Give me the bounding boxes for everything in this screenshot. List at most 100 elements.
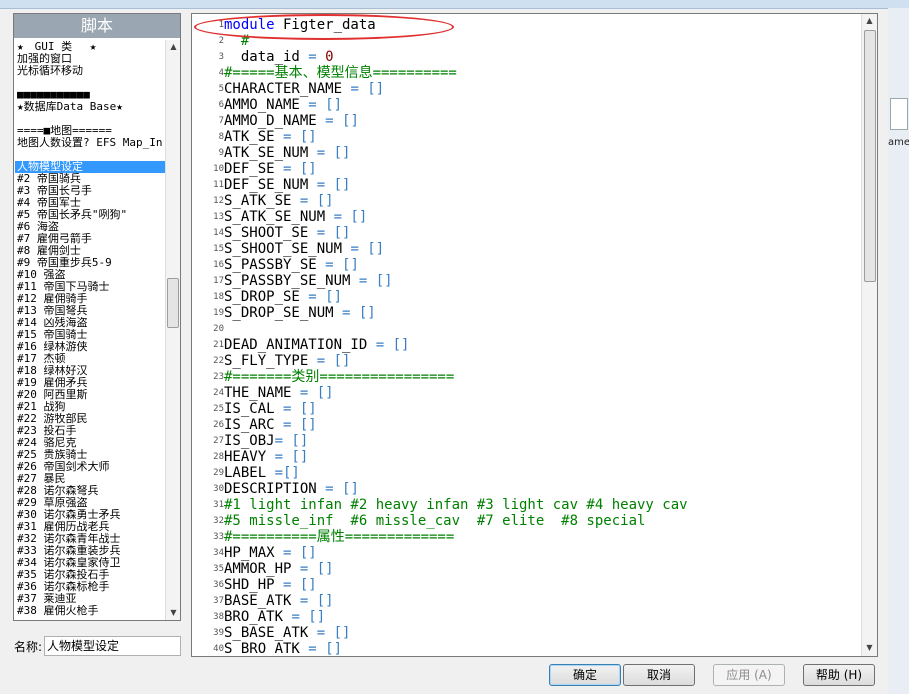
triangle-down-icon[interactable]: ▼ (862, 641, 877, 655)
code-line[interactable]: 18S_DROP_SE = [] (194, 289, 859, 305)
list-item[interactable]: #4 帝国军士 (15, 197, 165, 209)
code-line[interactable]: 5CHARACTER_NAME = [] (194, 81, 859, 97)
code-line[interactable]: 29LABEL =[] (194, 465, 859, 481)
list-item[interactable]: #32 诺尔森青年战士 (15, 533, 165, 545)
code-line[interactable]: 28HEAVY = [] (194, 449, 859, 465)
list-item[interactable]: #33 诺尔森重装步兵 (15, 545, 165, 557)
code-line[interactable]: 31#1 light infan #2 heavy infan #3 light… (194, 497, 859, 513)
cancel-button[interactable]: 取消 (623, 664, 695, 686)
list-item[interactable]: #3 帝国长弓手 (15, 185, 165, 197)
code-line[interactable]: 12S_ATK_SE = [] (194, 193, 859, 209)
code-line[interactable]: 16S_PASSBY_SE = [] (194, 257, 859, 273)
name-input[interactable]: 人物模型设定 (44, 636, 181, 656)
list-item[interactable]: #8 雇佣剑士 (15, 245, 165, 257)
code-line[interactable]: 34HP_MAX = [] (194, 545, 859, 561)
list-item[interactable]: #20 阿西里斯 (15, 389, 165, 401)
code-area[interactable]: 1module Figter_data 2 #3 data_id = 0 4#===… (194, 17, 859, 656)
code-line[interactable]: 39S_BASE_ATK = [] (194, 625, 859, 641)
code-line[interactable]: 40S_BRO_ATK = [] (194, 641, 859, 656)
code-line[interactable]: 23#=======类别================ (194, 369, 859, 385)
code-line[interactable]: 35AMMOR_HP = [] (194, 561, 859, 577)
code-line[interactable]: 17S_PASSBY_SE_NUM = [] (194, 273, 859, 289)
list-item[interactable]: #19 雇佣矛兵 (15, 377, 165, 389)
code-line[interactable]: 24THE_NAME = [] (194, 385, 859, 401)
list-item[interactable]: 地图人数设置? EFS Map_In (15, 137, 165, 149)
code-line[interactable]: 2 # (194, 33, 859, 49)
list-item[interactable]: #7 雇佣弓箭手 (15, 233, 165, 245)
code-line[interactable]: 15S_SHOOT_SE_NUM = [] (194, 241, 859, 257)
scrollbar-thumb[interactable] (167, 278, 179, 328)
list-item[interactable]: #11 帝国下马骑士 (15, 281, 165, 293)
list-item[interactable]: 人物模型设定 (15, 161, 165, 173)
list-item[interactable]: #27 暴民 (15, 473, 165, 485)
code-line[interactable]: 1module Figter_data (194, 17, 859, 33)
script-list[interactable]: ★ GUI 类 ★ 加强的窗口 光标循环移动 ■■■■■■■■■■■ ★数据库Data … (15, 41, 165, 619)
script-list-scrollbar[interactable]: ▲ ▼ (165, 40, 180, 620)
code-line[interactable]: 19S_DROP_SE_NUM = [] (194, 305, 859, 321)
code-line[interactable]: 26IS_ARC = [] (194, 417, 859, 433)
list-item[interactable]: #21 战狗 (15, 401, 165, 413)
list-item[interactable]: ★数据库Data Base★ (15, 101, 165, 113)
list-item[interactable]: #17 杰顿 (15, 353, 165, 365)
list-item[interactable]: #23 投石手 (15, 425, 165, 437)
list-item[interactable]: #2 帝国骑兵 (15, 173, 165, 185)
list-item[interactable]: ★ GUI 类 ★ (15, 41, 165, 53)
list-item[interactable]: #28 诺尔森弩兵 (15, 485, 165, 497)
help-button[interactable]: 帮助 (H) (803, 664, 875, 686)
code-line[interactable]: 3 data_id = 0 (194, 49, 859, 65)
list-item[interactable]: #34 诺尔森皇家侍卫 (15, 557, 165, 569)
editor-scrollbar[interactable]: ▲ ▼ (861, 14, 877, 656)
list-item[interactable]: #14 凶残海盗 (15, 317, 165, 329)
code-line[interactable]: 14S_SHOOT_SE = [] (194, 225, 859, 241)
list-item[interactable]: #35 诺尔森投石手 (15, 569, 165, 581)
list-item[interactable]: #18 绿林好汉 (15, 365, 165, 377)
list-item[interactable]: #9 帝国重步兵5-9 (15, 257, 165, 269)
code-line[interactable]: 8ATK_SE = [] (194, 129, 859, 145)
code-line[interactable]: 27IS_OBJ= [] (194, 433, 859, 449)
code-line[interactable]: 20 (194, 321, 859, 337)
list-item[interactable]: #38 雇佣火枪手 (15, 605, 165, 617)
list-item[interactable]: #36 诺尔森标枪手 (15, 581, 165, 593)
code-line[interactable]: 38BRO_ATK = [] (194, 609, 859, 625)
list-item[interactable]: #10 强盗 (15, 269, 165, 281)
triangle-up-icon[interactable]: ▲ (862, 14, 877, 28)
code-line[interactable]: 30DESCRIPTION = [] (194, 481, 859, 497)
list-item[interactable]: #5 帝国长矛兵"咧狗" (15, 209, 165, 221)
list-item[interactable]: 加强的窗口 (15, 53, 165, 65)
code-line[interactable]: 10DEF_SE = [] (194, 161, 859, 177)
list-item[interactable]: #30 诺尔森勇士矛兵 (15, 509, 165, 521)
list-item[interactable]: #13 帝国弩兵 (15, 305, 165, 317)
code-line[interactable]: 13S_ATK_SE_NUM = [] (194, 209, 859, 225)
code-line[interactable]: 9ATK_SE_NUM = [] (194, 145, 859, 161)
code-line[interactable]: 32#5 missle_inf #6 missle_cav #7 elite #… (194, 513, 859, 529)
code-line[interactable]: 36SHD_HP = [] (194, 577, 859, 593)
apply-button[interactable]: 应用 (A) (713, 664, 785, 686)
list-item[interactable] (15, 149, 165, 161)
code-line[interactable]: 11DEF_SE_NUM = [] (194, 177, 859, 193)
list-item[interactable]: #22 游牧部民 (15, 413, 165, 425)
list-item[interactable]: #16 绿林游侠 (15, 341, 165, 353)
list-item[interactable]: #29 草原强盗 (15, 497, 165, 509)
list-item[interactable]: #12 雇佣骑手 (15, 293, 165, 305)
list-item[interactable] (15, 77, 165, 89)
triangle-down-icon[interactable]: ▼ (166, 606, 180, 620)
list-item[interactable] (15, 113, 165, 125)
list-item[interactable]: #24 骆尼克 (15, 437, 165, 449)
list-item[interactable]: #37 莱迪亚 (15, 593, 165, 605)
code-line[interactable]: 6AMMO_NAME = [] (194, 97, 859, 113)
list-item[interactable]: 光标循环移动 (15, 65, 165, 77)
code-editor[interactable]: 1module Figter_data 2 #3 data_id = 0 4#===… (191, 13, 878, 657)
file-icon[interactable] (890, 98, 908, 130)
list-item[interactable]: #25 贵族骑士 (15, 449, 165, 461)
list-item[interactable]: #15 帝国骑士 (15, 329, 165, 341)
list-item[interactable]: #6 海盗 (15, 221, 165, 233)
code-line[interactable]: 21DEAD_ANIMATION_ID = [] (194, 337, 859, 353)
ok-button[interactable]: 确定 (549, 664, 621, 686)
code-line[interactable]: 25IS_CAL = [] (194, 401, 859, 417)
editor-scrollbar-thumb[interactable] (864, 30, 876, 282)
code-line[interactable]: 22S_FLY_TYPE = [] (194, 353, 859, 369)
list-item[interactable]: #26 帝国剑术大师 (15, 461, 165, 473)
list-item[interactable]: #31 雇佣历战老兵 (15, 521, 165, 533)
code-line[interactable]: 33#==========属性============= (194, 529, 859, 545)
list-item[interactable]: ====■地图====== (15, 125, 165, 137)
